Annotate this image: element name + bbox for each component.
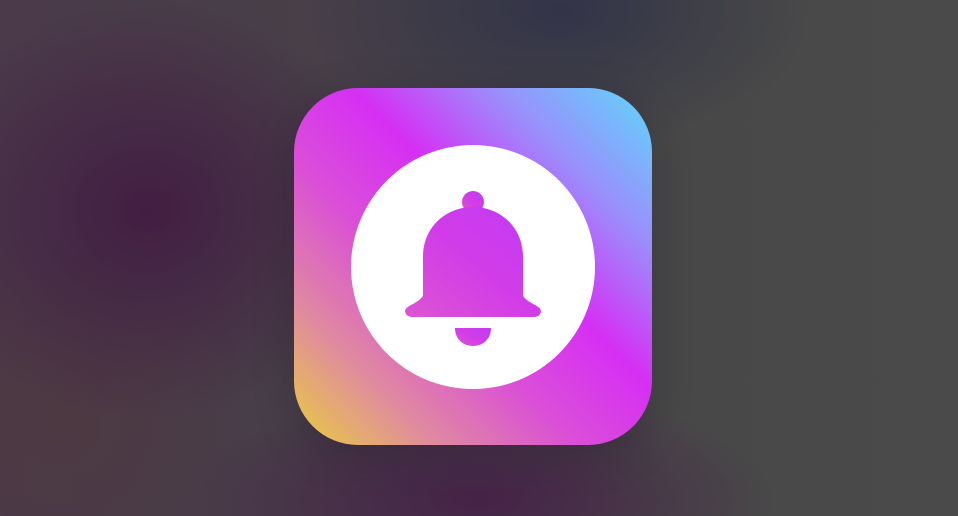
bell-badge-circle	[351, 145, 595, 389]
notification-app-icon[interactable]	[294, 88, 652, 445]
bell-icon	[405, 191, 541, 346]
